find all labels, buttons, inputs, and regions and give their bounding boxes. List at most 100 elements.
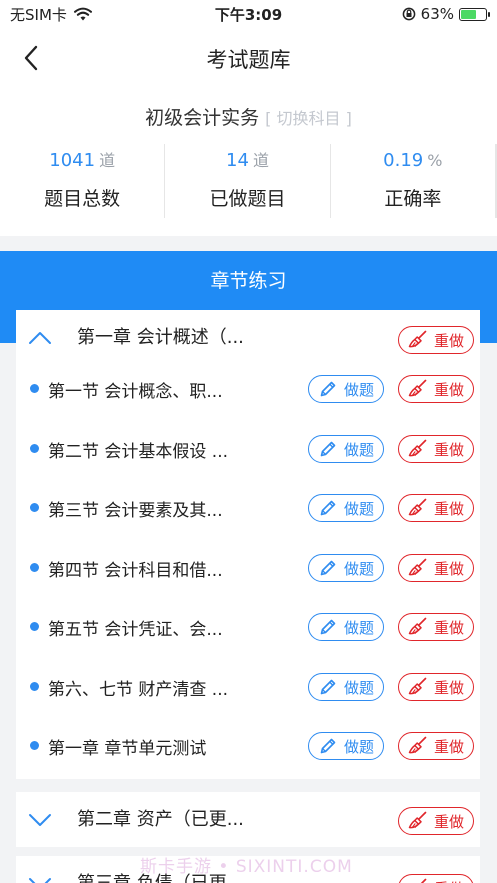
section-item[interactable]: 第五节 会计凭证、会... 做题 重做	[16, 605, 480, 649]
broom-icon	[408, 617, 427, 635]
do-button[interactable]: 做题	[308, 494, 384, 522]
broom-icon	[408, 379, 427, 397]
chapter-title: 第一章 会计概述（...	[77, 327, 244, 348]
redo-label: 重做	[433, 618, 464, 637]
pencil-icon	[320, 679, 336, 695]
section-header-title: 章节练习	[210, 270, 287, 292]
do-button[interactable]: 做题	[308, 613, 384, 641]
carrier-label: 无SIM卡	[10, 5, 67, 24]
chapter-card: 第一章 会计概述（... 重做 第一节 会计概念、职... 做题 重做 第二节 …	[16, 310, 480, 779]
chevron-left-icon	[24, 45, 38, 71]
bullet-dot	[30, 622, 39, 631]
orientation-lock-icon	[402, 7, 416, 21]
broom-icon	[408, 439, 427, 457]
redo-button[interactable]: 重做	[398, 326, 474, 354]
broom-icon	[408, 558, 427, 576]
redo-button[interactable]: 重做	[398, 613, 474, 641]
pencil-icon	[320, 500, 336, 516]
stat-value: 1041	[49, 150, 96, 171]
stat-unit: 道	[99, 151, 116, 170]
redo-label: 重做	[433, 380, 464, 399]
nav-bar: 考试题库	[0, 28, 497, 90]
do-label: 做题	[343, 737, 374, 756]
do-button[interactable]: 做题	[308, 732, 384, 760]
pencil-icon	[320, 560, 336, 576]
chapter-row[interactable]: 第二章 资产（已更... 重做	[16, 792, 480, 847]
redo-label: 重做	[434, 878, 464, 883]
chevron-up-icon[interactable]	[28, 326, 52, 350]
redo-button[interactable]: 重做	[398, 435, 474, 463]
chapter-row[interactable]: 第一章 会计概述（... 重做	[16, 310, 480, 365]
section-item[interactable]: 第六、七节 财产清查 ... 做题 重做	[16, 665, 480, 709]
section-title: 第三节 会计要素及其...	[48, 501, 223, 521]
redo-label: 重做	[433, 678, 464, 697]
bullet-dot	[30, 384, 39, 393]
watermark: 斯卡手游 • SIXINTI.COM	[140, 857, 353, 877]
redo-label: 重做	[433, 812, 464, 831]
stat-label: 已做题目	[209, 188, 286, 210]
redo-button[interactable]: 重做	[398, 874, 474, 883]
chapter-title: 第二章 资产（已更...	[77, 809, 244, 830]
redo-button[interactable]: 重做	[398, 494, 474, 522]
do-button[interactable]: 做题	[308, 554, 384, 582]
broom-icon	[408, 811, 427, 829]
broom-icon	[408, 736, 427, 754]
stat-value: 0.19	[383, 150, 424, 171]
section-item[interactable]: 第一节 会计概念、职... 做题 重做	[16, 367, 480, 411]
pencil-icon	[320, 441, 336, 457]
pencil-icon	[320, 381, 336, 397]
chevron-down-icon[interactable]	[28, 872, 52, 883]
section-title: 第六、七节 财产清查 ...	[48, 680, 229, 700]
stat-value: 14	[226, 150, 249, 171]
redo-button[interactable]: 重做	[398, 375, 474, 403]
section-item[interactable]: 第三节 会计要素及其... 做题 重做	[16, 486, 480, 530]
broom-icon	[420, 878, 427, 883]
redo-button[interactable]: 重做	[398, 554, 474, 582]
pencil-icon	[320, 738, 336, 754]
battery-icon	[459, 7, 490, 21]
back-button[interactable]	[16, 43, 46, 73]
chevron-down-icon[interactable]	[28, 808, 52, 832]
battery-percent: 63%	[420, 5, 454, 23]
stat-label: 正确率	[384, 188, 442, 210]
redo-button[interactable]: 重做	[398, 807, 474, 835]
do-label: 做题	[343, 559, 374, 578]
bullet-dot	[30, 503, 39, 512]
section-title: 第一节 会计概念、职...	[48, 382, 223, 402]
do-button[interactable]: 做题	[308, 673, 384, 701]
chapter-card: 第二章 资产（已更... 重做	[16, 792, 480, 847]
redo-label: 重做	[433, 331, 464, 350]
subject-summary: 初级会计实务[ 切换科目 ] 1041 道 题目总数 14 道 已做题目 0.19%…	[0, 90, 497, 236]
stats-row: 1041 道 题目总数 14 道 已做题目 0.19% 正确率	[0, 144, 497, 218]
section-item[interactable]: 第四节 会计科目和借... 做题 重做	[16, 546, 480, 590]
broom-icon	[408, 498, 427, 516]
redo-label: 重做	[433, 559, 464, 578]
stat-done-questions: 14 道 已做题目	[165, 144, 331, 218]
pencil-icon	[320, 619, 336, 635]
section-title: 第一章 章节单元测试	[48, 739, 207, 759]
status-right: 63%	[402, 5, 490, 23]
do-button[interactable]: 做题	[308, 375, 384, 403]
redo-button[interactable]: 重做	[398, 732, 474, 760]
broom-icon	[408, 677, 427, 695]
redo-label: 重做	[433, 737, 464, 756]
status-bar: 无SIM卡 下午3:09 63%	[0, 0, 497, 28]
stat-total-questions: 1041 道 题目总数	[0, 144, 166, 218]
section-title: 第五节 会计凭证、会...	[48, 620, 223, 640]
do-label: 做题	[343, 618, 374, 637]
section-title: 第二节 会计基本假设 ...	[48, 442, 229, 462]
subject-line: 初级会计实务 [ 切换科目 ]	[0, 103, 497, 130]
subject-name: 初级会计实务	[145, 107, 260, 129]
redo-button[interactable]: 重做	[398, 673, 474, 701]
do-button[interactable]: 做题	[308, 435, 384, 463]
status-left: 无SIM卡	[10, 4, 93, 25]
do-label: 做题	[343, 440, 374, 459]
section-item[interactable]: 第二节 会计基本假设 ... 做题 重做	[16, 427, 480, 471]
redo-label: 重做	[433, 440, 464, 459]
bullet-dot	[30, 682, 39, 691]
stat-label: 题目总数	[44, 188, 121, 210]
do-label: 做题	[343, 380, 374, 399]
do-label: 做题	[343, 499, 374, 518]
switch-subject-link[interactable]: [ 切换科目 ]	[265, 109, 352, 128]
section-item[interactable]: 第一章 章节单元测试 做题 重做	[16, 724, 480, 768]
